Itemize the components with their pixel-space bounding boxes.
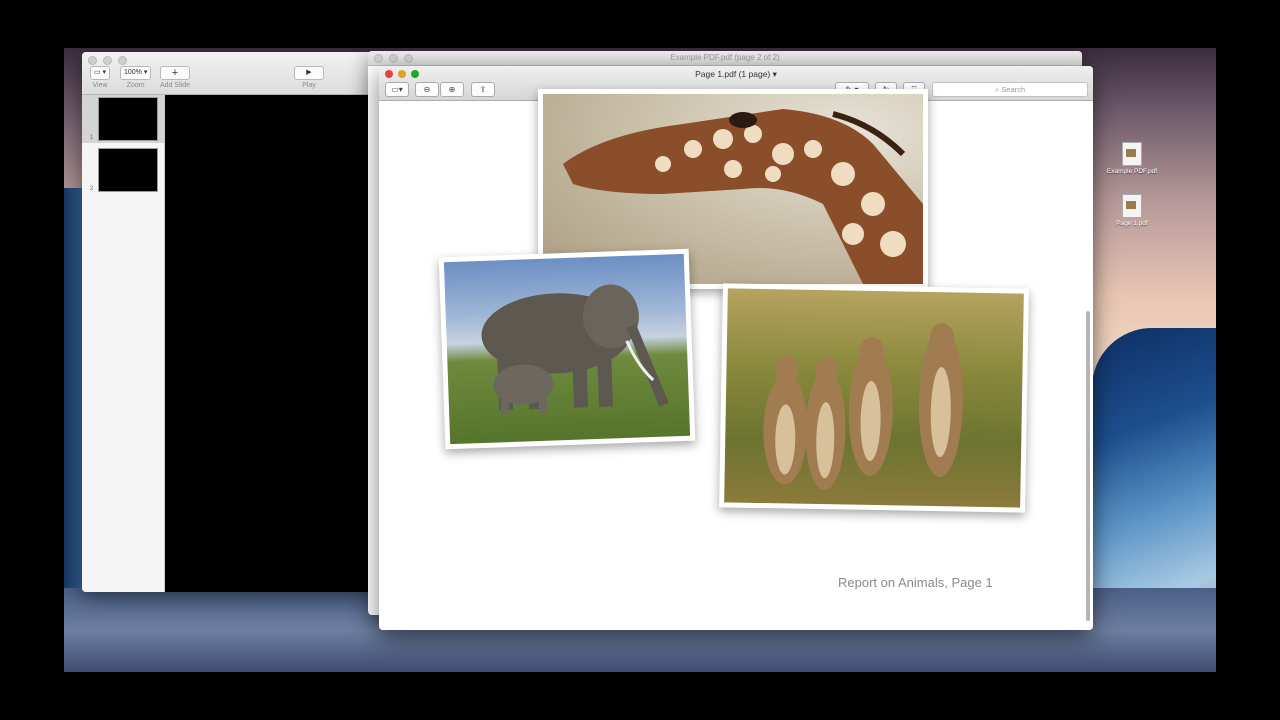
zoom-button[interactable] xyxy=(404,54,413,63)
view-control[interactable]: ▭ ▾ View xyxy=(90,66,111,89)
close-button[interactable] xyxy=(88,56,97,65)
slide-number: 1 xyxy=(90,135,94,141)
slide-canvas[interactable] xyxy=(165,95,372,592)
add-slide-label: Add Slide xyxy=(160,82,190,89)
vertical-scrollbar[interactable] xyxy=(1086,311,1090,621)
keynote-toolbar: ▭ ▾ View 100% ▾ Zoom + Add Slide ▶ Play xyxy=(82,52,372,95)
desktop-file-page-1-pdf[interactable]: Page 1.pdf xyxy=(1102,194,1162,227)
play-label: Play xyxy=(302,82,316,89)
slide-preview xyxy=(98,148,158,192)
zoom-button[interactable] xyxy=(118,56,127,65)
search-field[interactable]: ⌕ Search xyxy=(932,82,1088,97)
meerkat-drawing xyxy=(763,323,963,491)
pdf-file-icon xyxy=(1122,194,1142,218)
window-controls xyxy=(88,56,127,65)
close-button[interactable] xyxy=(374,54,383,63)
elephant-drawing xyxy=(481,284,669,415)
pdf-page[interactable]: Report on Animals, Page 1 xyxy=(379,89,1093,630)
search-placeholder: Search xyxy=(1001,85,1026,94)
window-title: Example PDF.pdf (page 2 of 2) xyxy=(670,53,780,62)
desktop: ▭ ▾ View 100% ▾ Zoom + Add Slide ▶ Play … xyxy=(64,48,1216,672)
minimize-button[interactable] xyxy=(103,56,112,65)
zoom-in-icon[interactable]: ⊕ xyxy=(440,82,464,97)
keynote-window: ▭ ▾ View 100% ▾ Zoom + Add Slide ▶ Play … xyxy=(82,52,372,592)
elephant-photo xyxy=(438,248,696,450)
share-icon[interactable]: ⇪ xyxy=(471,82,495,97)
zoom-select[interactable]: 100% ▾ xyxy=(120,66,152,80)
window-title: Page 1.pdf (1 page) ▾ xyxy=(695,69,777,79)
zoom-label: Zoom xyxy=(126,82,145,89)
sidebar-icon[interactable]: ▭▾ xyxy=(385,82,409,97)
zoom-value: 100% xyxy=(124,69,142,76)
meerkat-image xyxy=(724,288,1024,508)
sidebar-icon[interactable]: ▭ ▾ xyxy=(90,66,111,80)
file-label: Page 1.pdf xyxy=(1116,220,1148,227)
preview-window: Page 1.pdf (1 page) ▾ ▭▾ ⊖ ⊕ ⇪ ✎ ▾ ↻ ⌸ ⌕… xyxy=(379,66,1093,630)
desktop-file-example-pdf[interactable]: Example PDF.pdf xyxy=(1102,142,1162,175)
zoom-out-icon[interactable]: ⊖ xyxy=(415,82,439,97)
page-caption: Report on Animals, Page 1 xyxy=(838,575,993,590)
slide-thumbnail-1[interactable]: 1 xyxy=(82,95,164,143)
minimize-button[interactable] xyxy=(389,54,398,63)
elephant-image xyxy=(443,253,691,445)
window-titlebar: Example PDF.pdf (page 2 of 2) xyxy=(368,51,1082,66)
window-controls xyxy=(374,54,413,63)
slide-number: 2 xyxy=(90,186,94,192)
slide-thumbnail-2[interactable]: 2 xyxy=(82,146,164,194)
add-icon[interactable]: + xyxy=(160,66,190,80)
add-slide-control[interactable]: + Add Slide xyxy=(160,66,190,89)
play-icon[interactable]: ▶ xyxy=(294,66,324,80)
zoom-control[interactable]: 100% ▾ Zoom xyxy=(120,66,152,89)
pdf-file-icon xyxy=(1122,142,1142,166)
view-label: View xyxy=(92,82,108,89)
play-control[interactable]: ▶ Play xyxy=(294,66,324,89)
file-label: Example PDF.pdf xyxy=(1106,168,1158,175)
slide-navigator: 1 2 xyxy=(82,95,165,592)
slide-preview xyxy=(98,97,158,141)
meerkat-photo xyxy=(719,283,1029,513)
